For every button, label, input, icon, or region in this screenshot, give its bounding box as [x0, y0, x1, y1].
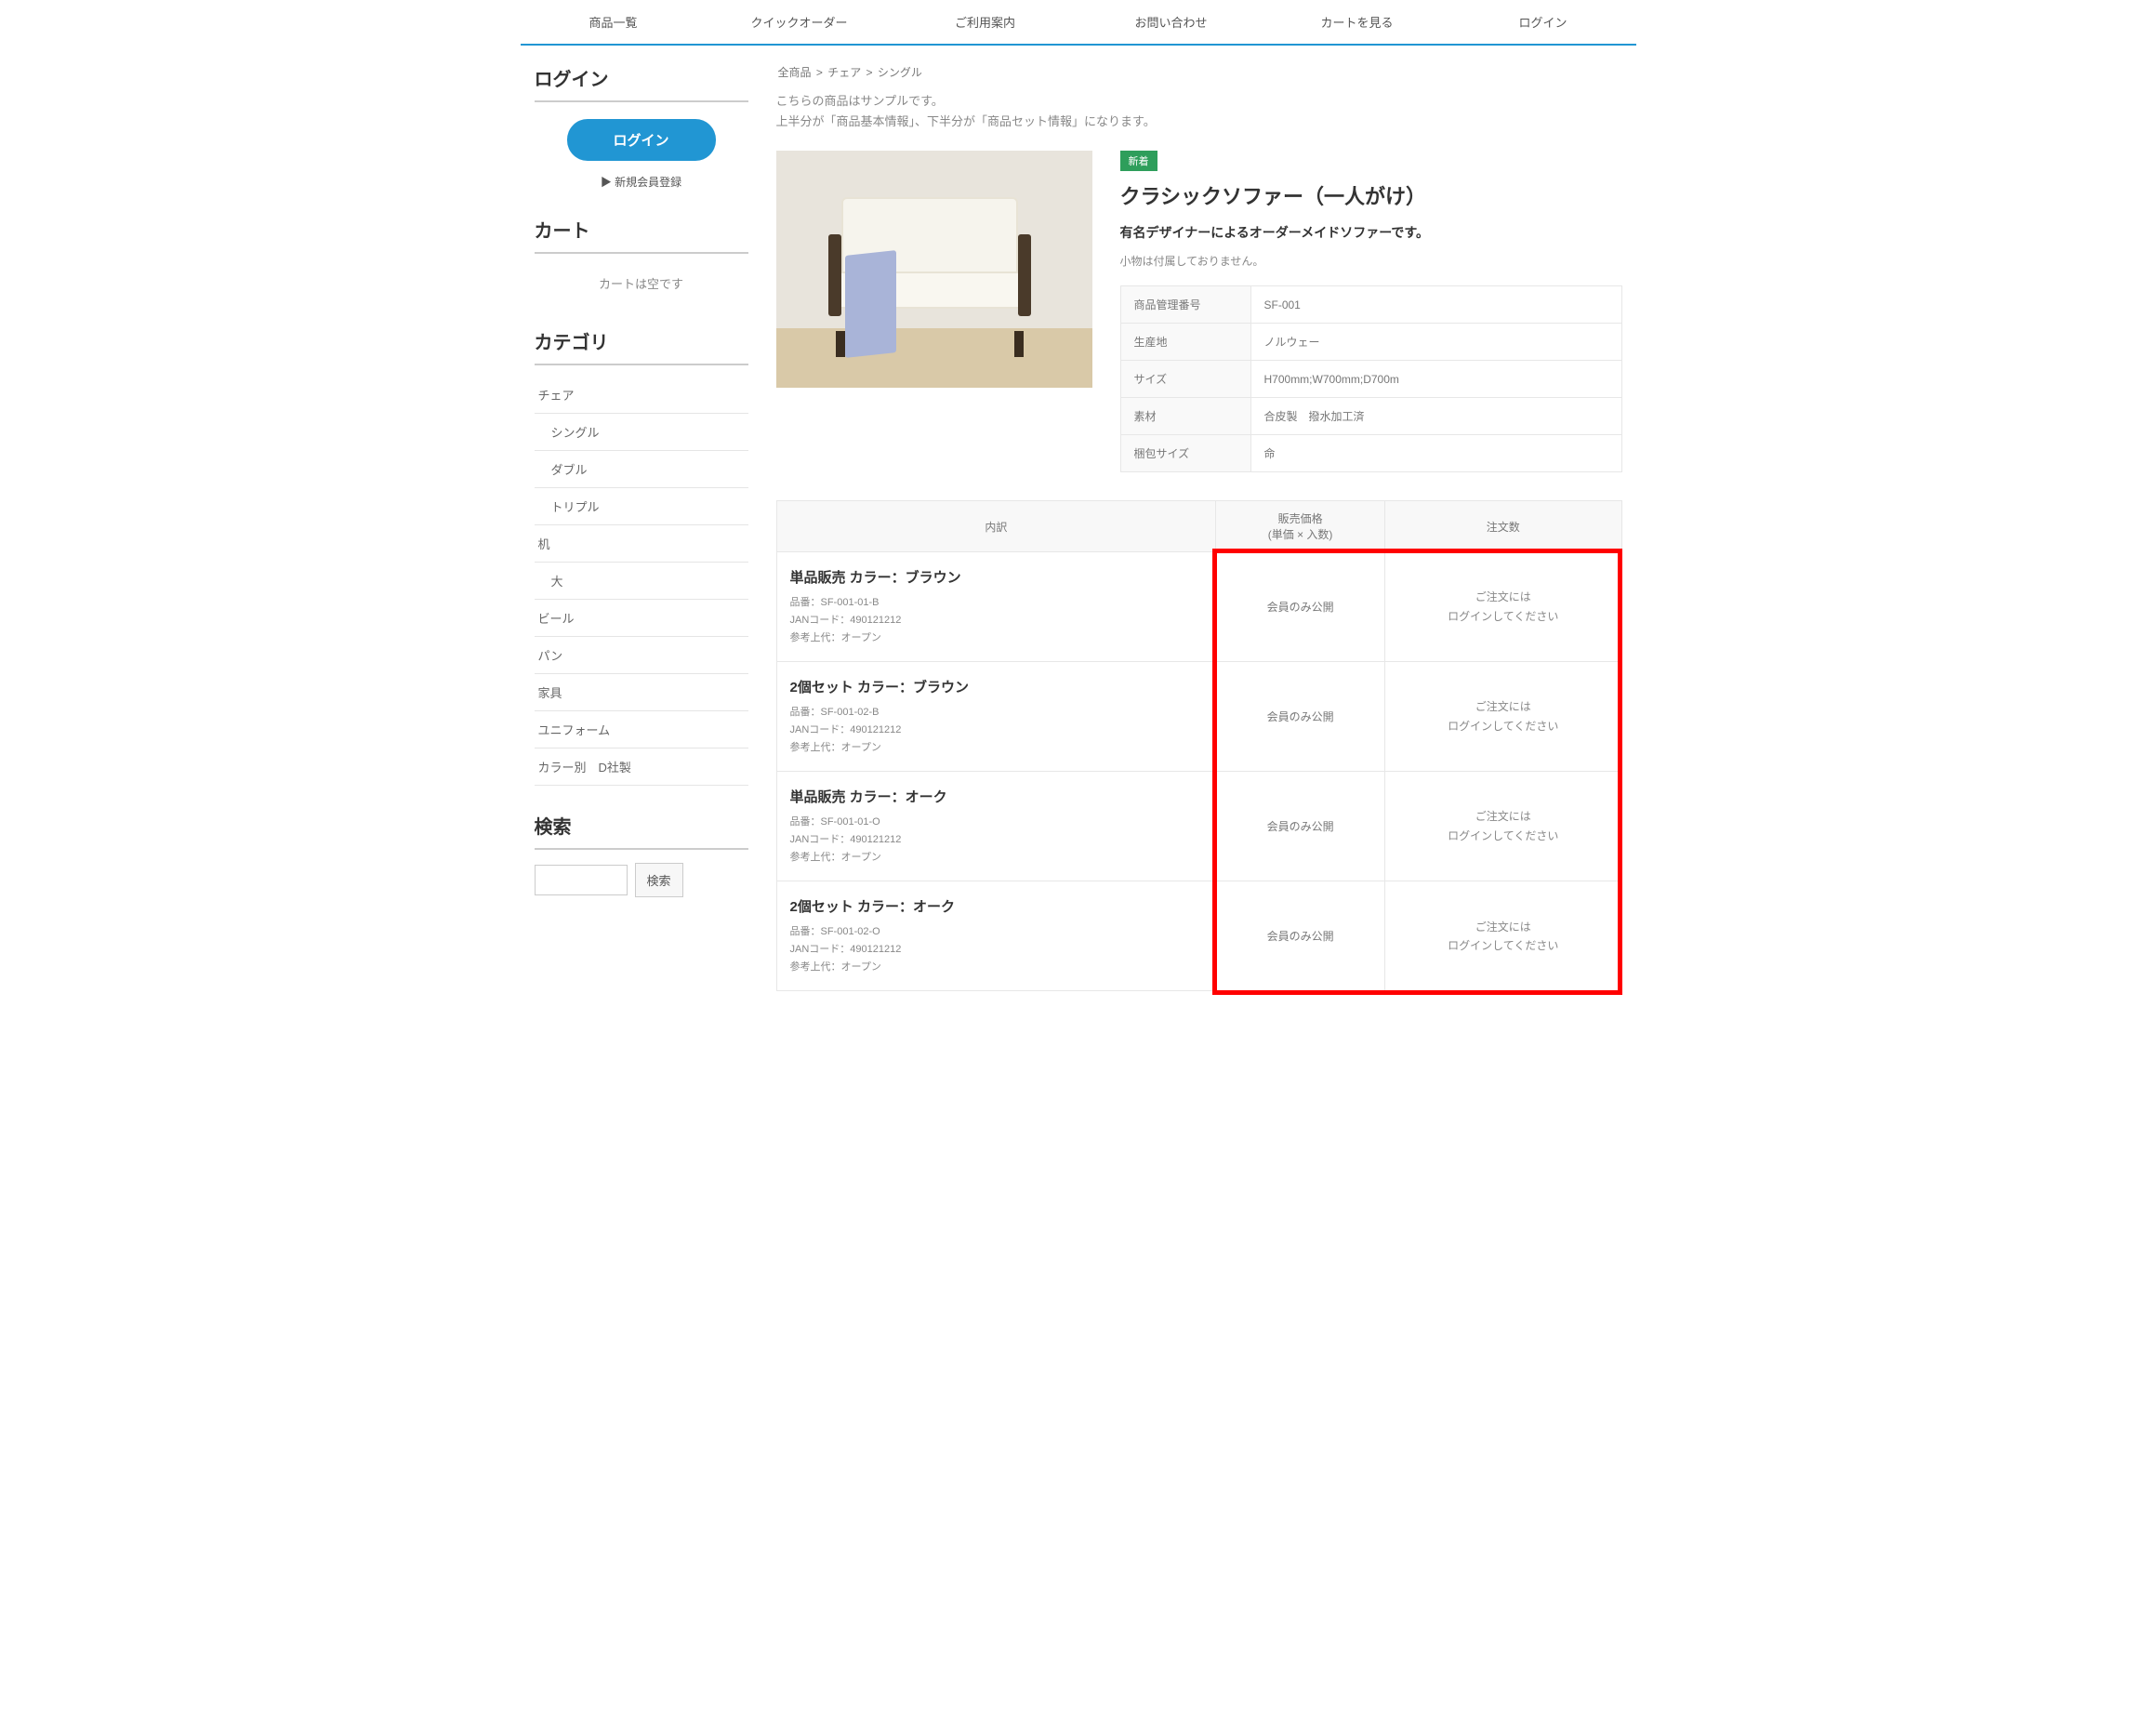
header-price-label: 販売価格 [1225, 510, 1375, 526]
product-image [776, 151, 1092, 388]
category-item[interactable]: カラー別 D社製 [535, 748, 748, 786]
variant-row: 2個セット カラー：ブラウン品番：SF-001-02-BJANコード：49012… [776, 662, 1621, 772]
spec-row: 梱包サイズ命 [1120, 435, 1621, 472]
variant-meta: 品番：SF-001-01-BJANコード：490121212参考上代：オープン [790, 594, 1203, 646]
new-badge: 新着 [1120, 151, 1157, 171]
variant-header-price: 販売価格 (単価 × 入数) [1216, 501, 1385, 552]
category-item[interactable]: 机 [535, 525, 748, 563]
search-button[interactable]: 検索 [635, 863, 683, 897]
breadcrumb-item[interactable]: チェア [827, 66, 861, 79]
variant-header-qty: 注文数 [1384, 501, 1621, 552]
notice-line: こちらの商品はサンプルです。 [776, 91, 1622, 112]
variant-qty-cell: ご注文にはログインしてください [1384, 662, 1621, 772]
notice-line: 上半分が「商品基本情報」、下半分が「商品セット情報」になります。 [776, 112, 1622, 132]
variant-name: 2個セット カラー：ブラウン [790, 677, 1203, 696]
product-description: 小物は付属しておりません。 [1120, 253, 1622, 269]
main-content: 全商品 > チェア > シングル こちらの商品はサンプルです。 上半分が「商品基… [776, 64, 1622, 991]
variant-row: 2個セット カラー：オーク品番：SF-001-02-OJANコード：490121… [776, 881, 1621, 991]
spec-row: サイズH700mm;W700mm;D700m [1120, 361, 1621, 398]
nav-quick-order[interactable]: クイックオーダー [707, 0, 893, 44]
category-title: カテゴリ [535, 327, 748, 365]
variant-name: 単品販売 カラー：ブラウン [790, 567, 1203, 587]
category-item[interactable]: パン [535, 637, 748, 674]
category-item[interactable]: ダブル [535, 451, 748, 488]
category-block: カテゴリ チェアシングルダブルトリプル机大ビールパン家具ユニフォームカラー別 D… [535, 327, 748, 786]
category-list: チェアシングルダブルトリプル机大ビールパン家具ユニフォームカラー別 D社製 [535, 377, 748, 786]
login-required-message: ご注文にはログインしてください [1398, 697, 1608, 735]
variant-row: 単品販売 カラー：ブラウン品番：SF-001-01-BJANコード：490121… [776, 552, 1621, 662]
spec-label: 梱包サイズ [1120, 435, 1250, 472]
sample-notice: こちらの商品はサンプルです。 上半分が「商品基本情報」、下半分が「商品セット情報… [776, 91, 1622, 132]
variant-meta: 品番：SF-001-02-OJANコード：490121212参考上代：オープン [790, 923, 1203, 975]
variant-price-cell: 会員のみ公開 [1216, 881, 1385, 991]
category-item[interactable]: 大 [535, 563, 748, 600]
variant-name: 2個セット カラー：オーク [790, 896, 1203, 916]
variant-meta: 品番：SF-001-02-BJANコード：490121212参考上代：オープン [790, 704, 1203, 756]
spec-label: 商品管理番号 [1120, 286, 1250, 324]
login-required-message: ご注文にはログインしてください [1398, 807, 1608, 845]
variant-header-breakdown: 内訳 [776, 501, 1216, 552]
variant-qty-cell: ご注文にはログインしてください [1384, 881, 1621, 991]
variant-qty-cell: ご注文にはログインしてください [1384, 552, 1621, 662]
variant-breakdown-cell: 2個セット カラー：ブラウン品番：SF-001-02-BJANコード：49012… [776, 662, 1216, 772]
variant-price-cell: 会員のみ公開 [1216, 552, 1385, 662]
variant-breakdown-cell: 単品販売 カラー：ブラウン品番：SF-001-01-BJANコード：490121… [776, 552, 1216, 662]
header-price-sublabel: (単価 × 入数) [1225, 526, 1375, 542]
spec-row: 素材合皮製 撥水加工済 [1120, 398, 1621, 435]
variant-price-cell: 会員のみ公開 [1216, 662, 1385, 772]
variant-price-cell: 会員のみ公開 [1216, 772, 1385, 881]
register-link[interactable]: ▶ 新規会員登録 [535, 174, 748, 190]
variant-table: 内訳 販売価格 (単価 × 入数) 注文数 単品販売 カラー：ブラウン品番：SF… [776, 500, 1622, 991]
variant-breakdown-cell: 単品販売 カラー：オーク品番：SF-001-01-OJANコード：4901212… [776, 772, 1216, 881]
spec-value: SF-001 [1250, 286, 1621, 324]
category-item[interactable]: シングル [535, 414, 748, 451]
category-item[interactable]: ユニフォーム [535, 711, 748, 748]
breadcrumb-item[interactable]: シングル [878, 66, 922, 79]
top-nav: 商品一覧 クイックオーダー ご利用案内 お問い合わせ カートを見る ログイン [521, 0, 1636, 46]
login-required-message: ご注文にはログインしてください [1398, 918, 1608, 956]
nav-guide[interactable]: ご利用案内 [893, 0, 1078, 44]
variant-meta: 品番：SF-001-01-OJANコード：490121212参考上代：オープン [790, 814, 1203, 866]
breadcrumb: 全商品 > チェア > シングル [776, 64, 1622, 80]
sidebar: ログイン ログイン ▶ 新規会員登録 カート カートは空です カテゴリ チェアシ… [535, 64, 748, 991]
spec-table: 商品管理番号SF-001生産地ノルウェーサイズH700mm;W700mm;D70… [1120, 285, 1622, 472]
spec-value: ノルウェー [1250, 324, 1621, 361]
category-item[interactable]: チェア [535, 377, 748, 414]
spec-label: サイズ [1120, 361, 1250, 398]
login-block: ログイン ログイン ▶ 新規会員登録 [535, 64, 748, 190]
nav-contact[interactable]: お問い合わせ [1078, 0, 1264, 44]
cart-title: カート [535, 216, 748, 254]
spec-value: 命 [1250, 435, 1621, 472]
nav-login[interactable]: ログイン [1450, 0, 1636, 44]
product-info: 新着 クラシックソファー（一人がけ） 有名デザイナーによるオーダーメイドソファー… [1120, 151, 1622, 472]
variant-name: 単品販売 カラー：オーク [790, 787, 1203, 806]
variant-row: 単品販売 カラー：オーク品番：SF-001-01-OJANコード：4901212… [776, 772, 1621, 881]
product-subtitle: 有名デザイナーによるオーダーメイドソファーです。 [1120, 223, 1622, 242]
spec-label: 素材 [1120, 398, 1250, 435]
variant-breakdown-cell: 2個セット カラー：オーク品番：SF-001-02-OJANコード：490121… [776, 881, 1216, 991]
login-title: ログイン [535, 64, 748, 102]
variant-qty-cell: ご注文にはログインしてください [1384, 772, 1621, 881]
breadcrumb-item[interactable]: 全商品 [778, 66, 812, 79]
spec-value: 合皮製 撥水加工済 [1250, 398, 1621, 435]
nav-cart[interactable]: カートを見る [1264, 0, 1450, 44]
spec-row: 生産地ノルウェー [1120, 324, 1621, 361]
search-title: 検索 [535, 812, 748, 850]
login-required-message: ご注文にはログインしてください [1398, 588, 1608, 626]
product-title: クラシックソファー（一人がけ） [1120, 180, 1622, 210]
spec-row: 商品管理番号SF-001 [1120, 286, 1621, 324]
cart-block: カート カートは空です [535, 216, 748, 301]
search-block: 検索 検索 [535, 812, 748, 897]
spec-label: 生産地 [1120, 324, 1250, 361]
search-input[interactable] [535, 865, 628, 895]
category-item[interactable]: トリプル [535, 488, 748, 525]
nav-products[interactable]: 商品一覧 [521, 0, 707, 44]
category-item[interactable]: ビール [535, 600, 748, 637]
category-item[interactable]: 家具 [535, 674, 748, 711]
spec-value: H700mm;W700mm;D700m [1250, 361, 1621, 398]
login-button[interactable]: ログイン [567, 119, 716, 161]
cart-empty-message: カートは空です [535, 265, 748, 301]
